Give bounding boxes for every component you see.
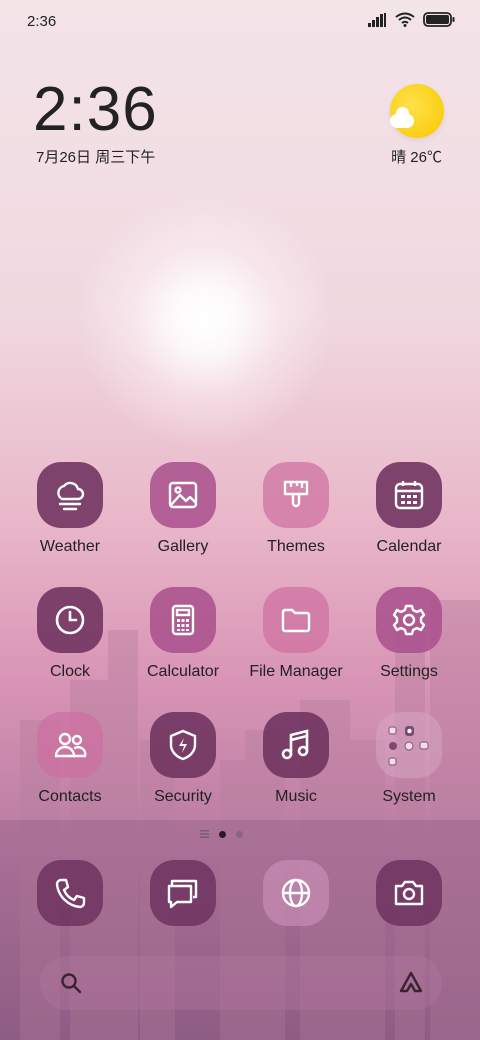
signal-icon bbox=[368, 12, 386, 27]
app-label: Calendar bbox=[376, 538, 442, 555]
app-clock[interactable]: Clock bbox=[15, 587, 125, 681]
shield-icon bbox=[150, 712, 216, 778]
camera-icon bbox=[394, 880, 424, 906]
status-bar: 2:36 bbox=[0, 0, 480, 44]
weather-widget-text[interactable]: 晴 26℃ bbox=[391, 146, 442, 167]
folder-icon bbox=[263, 587, 329, 653]
folder-grid-icon bbox=[376, 712, 442, 778]
messages-icon bbox=[167, 879, 198, 909]
themes-icon bbox=[263, 462, 329, 528]
globe-icon bbox=[281, 878, 311, 908]
app-label: Weather bbox=[39, 538, 101, 555]
app-system-folder[interactable]: System bbox=[354, 712, 464, 806]
calculator-icon bbox=[150, 587, 216, 653]
dock-phone[interactable] bbox=[37, 860, 103, 926]
wallpaper-sun bbox=[75, 190, 335, 450]
app-themes[interactable]: Themes bbox=[241, 462, 351, 556]
clock-widget-date[interactable]: 7月26日 周三下午 bbox=[36, 146, 155, 167]
app-label: Clock bbox=[49, 663, 90, 680]
contacts-icon bbox=[37, 712, 103, 778]
app-calendar[interactable]: Calendar bbox=[354, 462, 464, 556]
app-calculator[interactable]: Calculator bbox=[128, 587, 238, 681]
dock-camera[interactable] bbox=[376, 860, 442, 926]
app-gallery[interactable]: Gallery bbox=[128, 462, 238, 556]
app-weather[interactable]: Weather bbox=[15, 462, 125, 556]
app-label: Security bbox=[154, 788, 212, 805]
search-bar[interactable] bbox=[40, 956, 442, 1010]
clock-widget-time[interactable]: 2:36 bbox=[33, 74, 158, 145]
status-time: 2:36 bbox=[27, 13, 57, 30]
weather-icon bbox=[37, 462, 103, 528]
gallery-icon bbox=[150, 462, 216, 528]
page-indicator[interactable] bbox=[200, 830, 243, 838]
page-dot[interactable] bbox=[236, 830, 243, 838]
app-file-manager[interactable]: File Manager bbox=[241, 587, 351, 681]
phone-icon bbox=[55, 878, 86, 909]
list-icon bbox=[200, 830, 209, 838]
page-dot-active[interactable] bbox=[219, 830, 226, 838]
app-settings[interactable]: Settings bbox=[354, 587, 464, 681]
dock-browser[interactable] bbox=[263, 860, 329, 926]
app-label: Music bbox=[275, 788, 317, 805]
sun-cloud-icon[interactable] bbox=[390, 84, 444, 138]
app-security[interactable]: Security bbox=[128, 712, 238, 806]
app-music[interactable]: Music bbox=[241, 712, 351, 806]
app-label: System bbox=[382, 788, 436, 805]
clock-icon bbox=[37, 587, 103, 653]
assistant-icon[interactable] bbox=[398, 970, 424, 996]
app-label: Calculator bbox=[146, 663, 220, 680]
battery-icon bbox=[423, 12, 455, 27]
app-label: Gallery bbox=[157, 538, 209, 555]
gear-icon bbox=[376, 587, 442, 653]
app-label: Settings bbox=[380, 663, 438, 680]
calendar-icon bbox=[376, 462, 442, 528]
music-icon bbox=[263, 712, 329, 778]
wifi-icon bbox=[395, 12, 415, 27]
dock-messages[interactable] bbox=[150, 860, 216, 926]
app-label: Contacts bbox=[38, 788, 102, 805]
search-icon[interactable] bbox=[60, 972, 82, 994]
app-label: Themes bbox=[267, 538, 325, 555]
app-label: File Manager bbox=[249, 663, 343, 680]
app-contacts[interactable]: Contacts bbox=[15, 712, 125, 806]
